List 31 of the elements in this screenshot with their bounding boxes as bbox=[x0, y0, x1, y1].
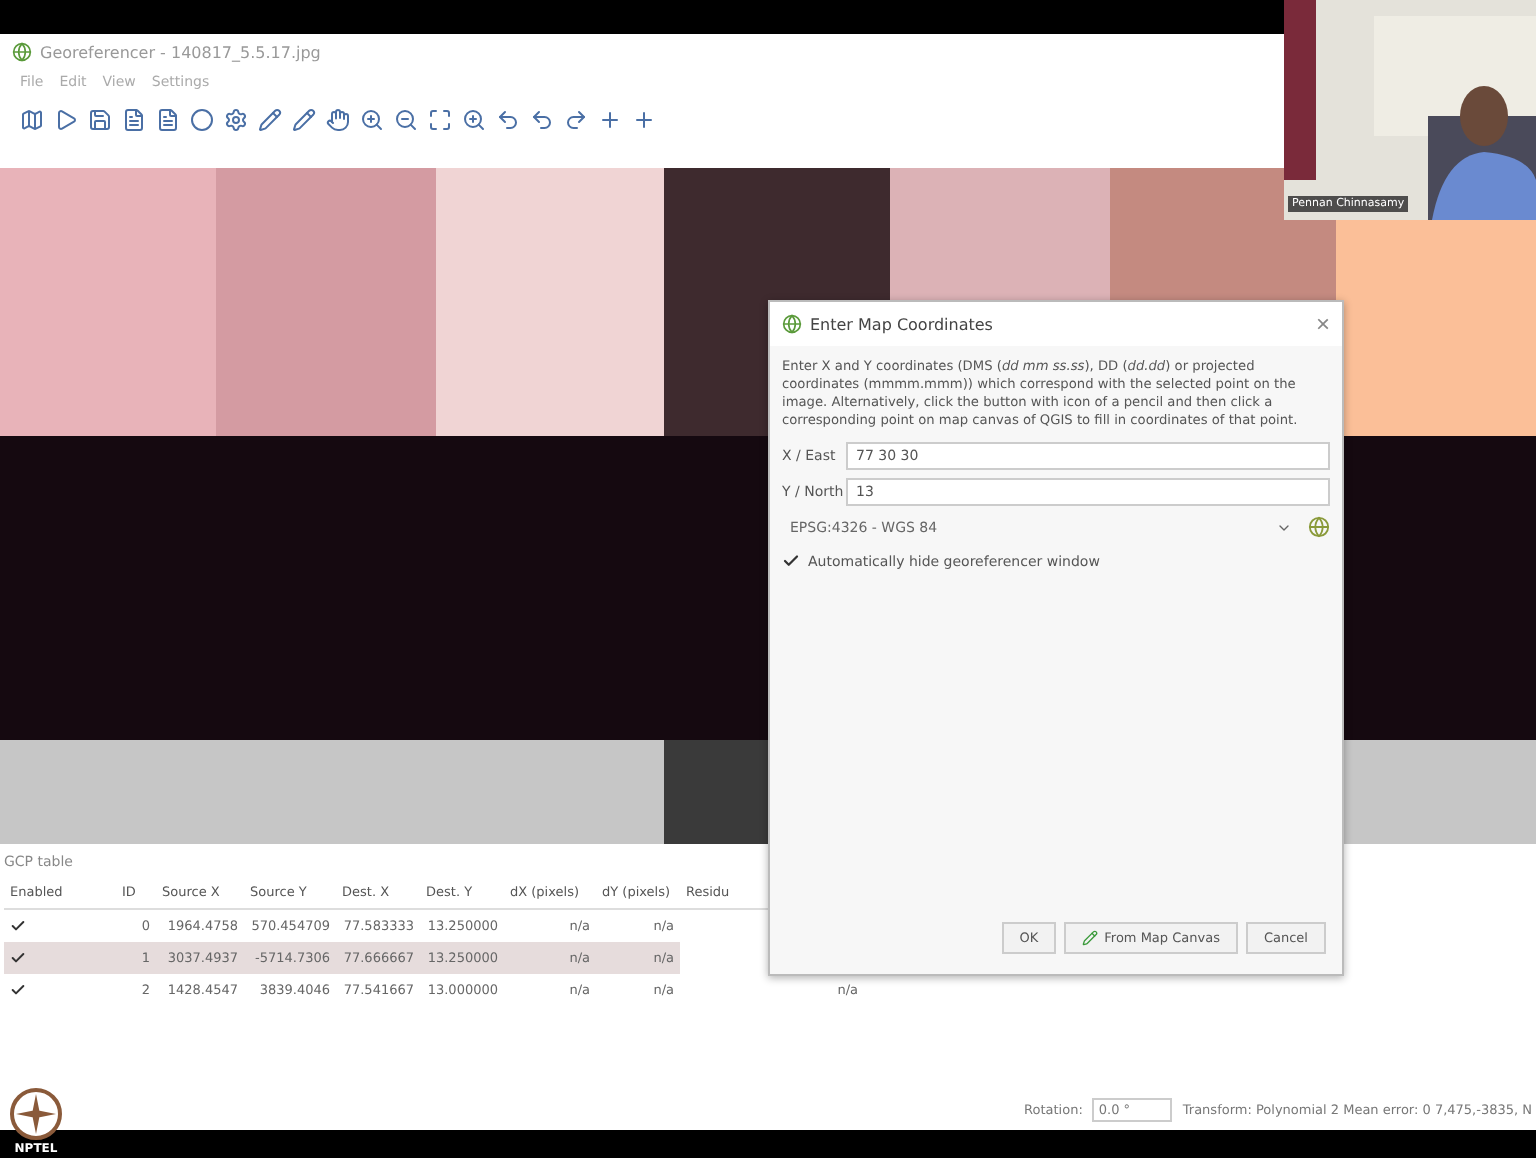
close-button[interactable]: × bbox=[1315, 310, 1330, 338]
window-title: Georeferencer - 140817_5.5.17.jpg bbox=[40, 43, 321, 61]
redo-icon[interactable] bbox=[564, 108, 588, 132]
emblem-icon bbox=[8, 1086, 64, 1142]
document-icon[interactable] bbox=[122, 108, 146, 132]
georeference-icon[interactable] bbox=[20, 108, 44, 132]
pencil-icon[interactable] bbox=[292, 108, 316, 132]
check-icon[interactable] bbox=[10, 982, 26, 998]
undo-icon[interactable] bbox=[496, 108, 520, 132]
dialog-title: Enter Map Coordinates bbox=[810, 315, 995, 333]
plus-icon[interactable] bbox=[632, 108, 656, 132]
plus-icon[interactable] bbox=[598, 108, 622, 132]
dot-icon[interactable] bbox=[190, 108, 214, 132]
app-icon bbox=[12, 42, 32, 62]
zoom-in-icon[interactable] bbox=[462, 108, 486, 132]
pencil-icon[interactable] bbox=[258, 108, 282, 132]
document-icon[interactable] bbox=[156, 108, 180, 132]
undo-icon[interactable] bbox=[530, 108, 554, 132]
check-icon[interactable] bbox=[10, 950, 26, 966]
play-icon[interactable] bbox=[54, 108, 78, 132]
app-icon bbox=[782, 314, 802, 334]
globe-icon[interactable] bbox=[1308, 516, 1330, 538]
check-icon[interactable] bbox=[782, 552, 800, 570]
check-icon[interactable] bbox=[10, 918, 26, 934]
save-icon[interactable] bbox=[88, 108, 112, 132]
settings-icon[interactable] bbox=[224, 108, 248, 132]
zoom-out-icon[interactable] bbox=[394, 108, 418, 132]
hand-icon[interactable] bbox=[326, 108, 350, 132]
pencil-icon bbox=[1082, 930, 1099, 946]
zoom-full-icon[interactable] bbox=[428, 108, 452, 132]
zoom-in-icon[interactable] bbox=[360, 108, 384, 132]
